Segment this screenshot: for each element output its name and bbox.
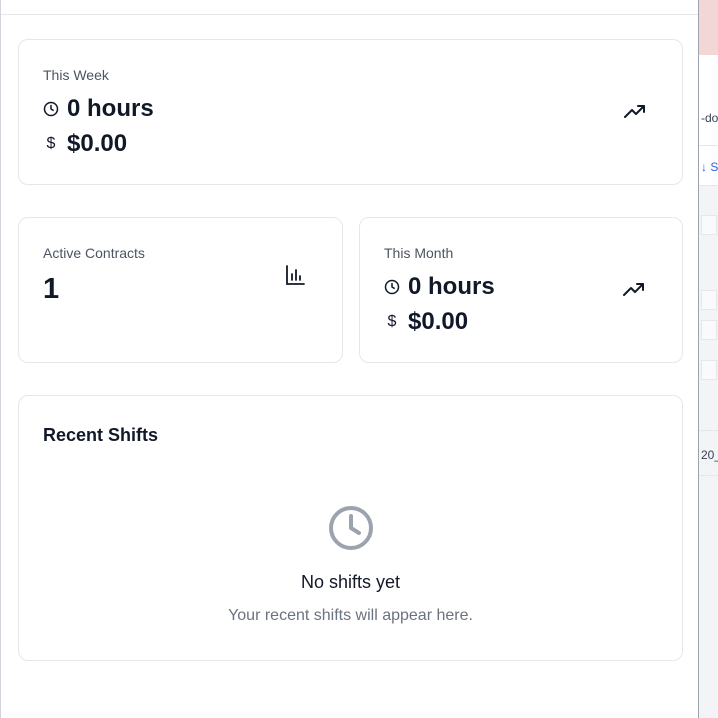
dollar-icon: $ bbox=[387, 313, 397, 330]
active-contracts-count: 1 bbox=[43, 273, 60, 305]
this-month-amount-row: $ $0.00 bbox=[384, 308, 469, 336]
this-month-label: This Month bbox=[384, 245, 454, 261]
background-window-cell bbox=[701, 360, 717, 380]
this-month-amount-value: $0.00 bbox=[408, 308, 469, 335]
background-window-divider bbox=[699, 145, 718, 146]
empty-state-title: No shifts yet bbox=[300, 572, 401, 592]
dashboard-panel: This Week 0 hours $ $0.00 Active Contrac… bbox=[0, 0, 699, 718]
clock-icon bbox=[43, 101, 59, 117]
background-window-cell bbox=[701, 215, 717, 235]
trending-up-icon bbox=[624, 105, 645, 118]
this-week-amount-row: $ $0.00 bbox=[43, 130, 128, 158]
app-root: This Week 0 hours $ $0.00 Active Contrac… bbox=[0, 0, 718, 718]
background-window-cell bbox=[701, 320, 717, 340]
this-week-card: This Week 0 hours $ $0.00 bbox=[18, 39, 683, 185]
dollar-icon: $ bbox=[46, 135, 56, 152]
bar-chart-icon bbox=[286, 265, 305, 285]
trending-up-icon bbox=[623, 283, 644, 296]
background-window-divider bbox=[699, 185, 718, 186]
clock-icon bbox=[384, 279, 400, 295]
background-window-header bbox=[699, 0, 718, 55]
empty-clock-icon bbox=[329, 506, 373, 550]
background-window-divider bbox=[699, 475, 718, 476]
recent-shifts-card: Recent Shifts No shifts yet Your recent … bbox=[18, 395, 683, 661]
recent-shifts-title: Recent Shifts bbox=[43, 425, 159, 445]
background-window-text-3: 20_( bbox=[701, 448, 718, 462]
this-week-label: This Week bbox=[43, 67, 109, 83]
this-week-hours-value: 0 hours bbox=[67, 95, 154, 122]
this-month-card: This Month 0 hours $ $0.00 bbox=[359, 217, 683, 363]
active-contracts-label: Active Contracts bbox=[43, 245, 145, 261]
this-month-hours-row: 0 hours bbox=[384, 273, 495, 301]
background-window-cell bbox=[701, 290, 717, 310]
background-window-edge: -do ↓ S 20_( bbox=[698, 0, 718, 718]
empty-state-subtitle: Your recent shifts will appear here. bbox=[228, 607, 473, 624]
background-window-text-1: -do bbox=[701, 111, 718, 125]
this-week-hours-row: 0 hours bbox=[43, 95, 154, 123]
active-contracts-card: Active Contracts 1 bbox=[18, 217, 343, 363]
this-week-amount-value: $0.00 bbox=[67, 130, 128, 157]
background-window-divider bbox=[699, 430, 718, 431]
this-month-hours-value: 0 hours bbox=[408, 273, 495, 300]
background-window-text-2: ↓ S bbox=[701, 160, 718, 174]
header-divider bbox=[1, 14, 699, 15]
